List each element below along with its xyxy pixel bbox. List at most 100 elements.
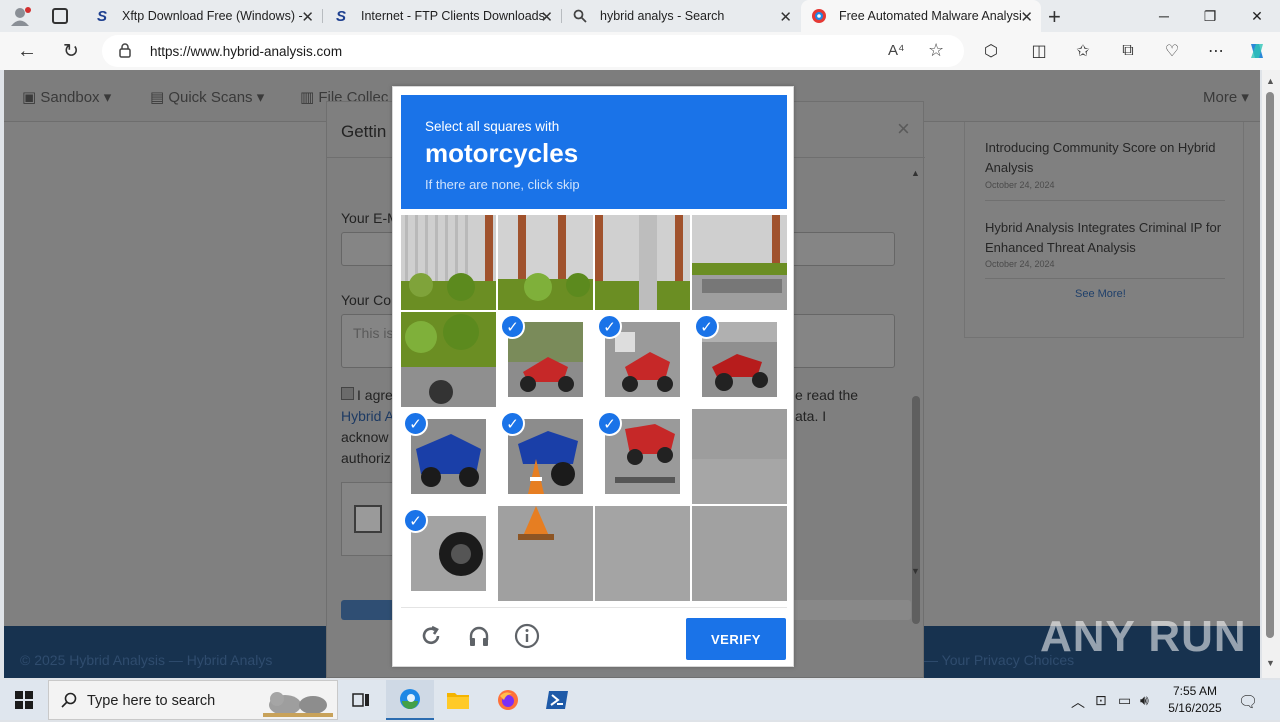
favorite-star-icon[interactable]: ☆ — [928, 40, 944, 61]
volume-icon[interactable]: 🔊︎ — [1140, 692, 1149, 709]
captcha-tile[interactable] — [595, 215, 690, 310]
captcha-tile[interactable] — [498, 506, 593, 601]
hybrid-analysis-icon — [811, 8, 827, 24]
captcha-footer: VERIFY — [401, 607, 787, 663]
network-icon[interactable]: ⊡ — [1095, 692, 1107, 709]
captcha-header: Select all squares with motorcycles If t… — [401, 95, 787, 209]
windows-start-icon[interactable] — [0, 680, 48, 720]
tab-actions-icon[interactable] — [52, 8, 68, 24]
taskbar-search-input[interactable]: Type here to search — [48, 680, 338, 720]
restore-icon[interactable]: ❐ — [1187, 0, 1233, 32]
split-screen-icon[interactable]: ◫ — [1028, 41, 1050, 61]
favorites-icon[interactable]: ✩ — [1072, 41, 1094, 61]
scrollbar-thumb[interactable] — [1266, 92, 1274, 638]
captcha-tile[interactable]: ✓ — [595, 409, 690, 504]
notifications-icon[interactable]: 🗨︎ — [1238, 692, 1258, 712]
tab-ftp-clients[interactable]: S Internet - FTP Clients Downloads ✕ — [323, 0, 561, 32]
tab-search[interactable]: hybrid analys - Search ✕ — [562, 0, 800, 32]
agree-link[interactable]: Hybrid A — [341, 408, 394, 424]
checkmark-icon: ✓ — [403, 508, 428, 533]
new-tab-icon[interactable]: + — [1048, 4, 1061, 30]
news-card: Introducing Community Score on Hybrid An… — [964, 122, 1244, 338]
captcha-tile[interactable]: ✓ — [498, 312, 593, 407]
agree-text-right-1: e read the — [795, 387, 859, 403]
softpedia-icon: S — [96, 7, 107, 25]
captcha-target-object: motorcycles — [425, 138, 579, 168]
softpedia-icon: S — [335, 7, 346, 25]
windows-taskbar: Type here to search ︿ ⊡ ▭ 🔊︎ 7:55 AM 5/1… — [0, 680, 1280, 720]
checkmark-icon: ✓ — [597, 411, 622, 436]
search-icon — [572, 8, 588, 24]
url-field[interactable]: https://www.hybrid-analysis.com A⁴ ☆ — [102, 35, 964, 67]
copilot-icon[interactable] — [1246, 41, 1268, 61]
captcha-tile[interactable] — [692, 409, 787, 504]
nav-sandbox[interactable]: ▣ Sandbox ▾ — [22, 88, 111, 106]
refresh-icon[interactable]: ↻ — [60, 41, 82, 62]
tab-hybrid-analysis[interactable]: Free Automated Malware Analysi ✕ — [801, 0, 1041, 32]
tab-title: Free Automated Malware Analysi — [839, 9, 1022, 23]
close-window-icon[interactable]: ✕ — [1234, 0, 1280, 32]
read-aloud-icon[interactable]: A⁴ — [888, 42, 904, 59]
captcha-checkbox[interactable] — [354, 505, 382, 533]
close-tab-icon[interactable]: ✕ — [540, 8, 553, 26]
captcha-tile[interactable] — [692, 506, 787, 601]
page-scrollbar[interactable]: ▲ ▼ — [1262, 70, 1280, 678]
address-bar-row: ← ↻ https://www.hybrid-analysis.com A⁴ ☆… — [0, 32, 1280, 70]
firefox-icon[interactable] — [484, 680, 532, 720]
checkmark-icon: ✓ — [694, 314, 719, 339]
close-tab-icon[interactable]: ✕ — [301, 8, 314, 26]
url-text: https://www.hybrid-analysis.com — [150, 44, 343, 59]
captcha-tile[interactable] — [595, 506, 690, 601]
captcha-tile[interactable] — [401, 312, 496, 407]
profile-avatar[interactable] — [10, 6, 32, 26]
scroll-down-icon[interactable]: ▼ — [1266, 658, 1275, 668]
nav-more[interactable]: More ▾ — [1203, 88, 1249, 106]
comment-placeholder: This is — [353, 325, 394, 341]
browser-essentials-icon[interactable]: ♡ — [1161, 41, 1183, 61]
captcha-tile[interactable]: ✓ — [401, 506, 496, 601]
more-menu-icon[interactable]: ⋯ — [1205, 41, 1227, 61]
info-icon[interactable] — [513, 622, 541, 650]
nav-quick-scans[interactable]: ▤ Quick Scans ▾ — [150, 88, 264, 106]
headphones-icon[interactable] — [465, 622, 493, 650]
captcha-challenge: Select all squares with motorcycles If t… — [392, 86, 794, 667]
comment-label: Your Co — [341, 292, 392, 308]
file-explorer-icon[interactable] — [434, 680, 482, 720]
task-view-icon[interactable] — [337, 680, 385, 720]
captcha-tile[interactable]: ✓ — [401, 409, 496, 504]
edge-taskbar-icon[interactable] — [386, 680, 434, 720]
captcha-tile[interactable]: ✓ — [498, 409, 593, 504]
refresh-icon[interactable] — [417, 622, 445, 650]
close-tab-icon[interactable]: ✕ — [779, 8, 792, 26]
search-icon — [61, 692, 77, 713]
scroll-up-icon[interactable]: ▲ — [1266, 76, 1275, 86]
news-link-2[interactable]: Hybrid Analysis Integrates Criminal IP f… — [985, 218, 1225, 258]
tab-bar: S Xftp Download Free (Windows) - ✕ S Int… — [0, 0, 1280, 32]
captcha-tile[interactable] — [498, 215, 593, 310]
captcha-tile[interactable] — [692, 215, 787, 310]
taskbar-clock[interactable]: 7:55 AM 5/16/2025 — [1160, 683, 1230, 717]
checkmark-icon: ✓ — [403, 411, 428, 436]
tab-xftp[interactable]: S Xftp Download Free (Windows) - ✕ — [84, 0, 322, 32]
collections-icon[interactable]: ⧉ — [1117, 41, 1139, 61]
back-arrow-icon[interactable]: ← — [16, 40, 38, 62]
monitor-icon[interactable]: ▭ — [1118, 692, 1131, 709]
tray-chevron-icon[interactable]: ︿ — [1071, 692, 1085, 712]
news-link-1[interactable]: Introducing Community Score on Hybrid An… — [985, 138, 1225, 178]
checkmark-icon: ✓ — [500, 411, 525, 436]
minimize-icon[interactable]: ─ — [1141, 0, 1187, 32]
modal-scrollbar[interactable]: ▲ ▼ — [911, 168, 921, 624]
lock-icon[interactable] — [119, 43, 131, 63]
news-date-2: October 24, 2024 — [985, 259, 1055, 269]
agree-checkbox[interactable] — [341, 387, 354, 400]
verify-button[interactable]: VERIFY — [686, 618, 786, 660]
modal-close-icon[interactable]: × — [897, 116, 910, 142]
captcha-tile[interactable]: ✓ — [595, 312, 690, 407]
captcha-tile[interactable]: ✓ — [692, 312, 787, 407]
close-tab-icon[interactable]: ✕ — [1020, 8, 1033, 26]
powershell-icon[interactable] — [533, 680, 581, 720]
captcha-tile[interactable] — [401, 215, 496, 310]
see-more-link[interactable]: See More! — [1075, 288, 1126, 300]
extensions-icon[interactable]: ⬡ — [980, 41, 1002, 61]
modal-title: Gettin — [341, 122, 387, 141]
